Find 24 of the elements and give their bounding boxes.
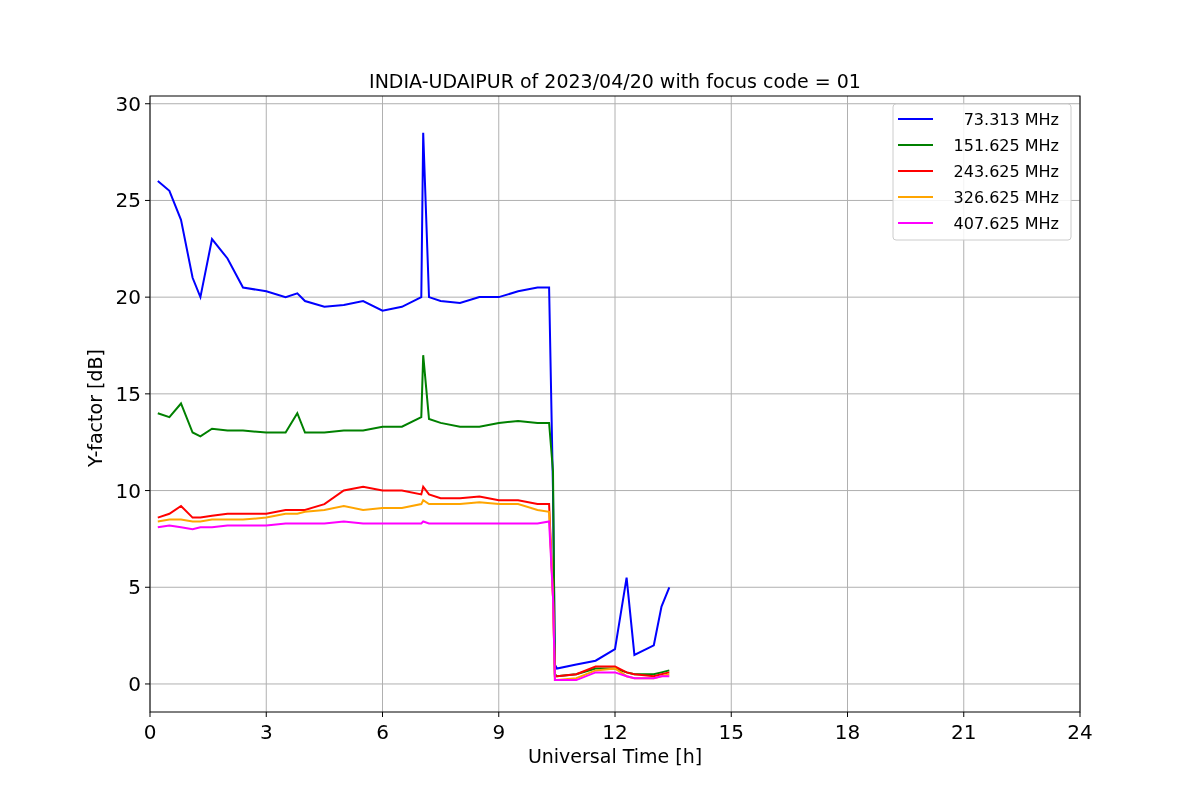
y-tick-label: 10 [115, 478, 141, 503]
x-tick-label: 6 [376, 720, 389, 744]
x-tick-label: 21 [951, 720, 977, 744]
legend-label: 407.625 MHz [953, 214, 1059, 233]
x-tick-label: 18 [834, 720, 861, 744]
x-axis-label: Universal Time [h] [527, 745, 703, 767]
legend-label: 243.625 MHz [953, 162, 1059, 181]
y-tick-label: 20 [115, 285, 141, 310]
legend-label: 151.625 MHz [953, 136, 1059, 155]
x-tick-label: 24 [1067, 720, 1093, 744]
y-tick-label: 15 [115, 381, 141, 406]
chart-title: INDIA-UDAIPUR of 2023/04/20 with focus code = 01 [369, 70, 861, 92]
x-tick-label: 9 [492, 720, 506, 744]
x-tick-label: 15 [718, 720, 744, 744]
y-axis-label: Y-factor [dB] [84, 349, 106, 467]
y-tick-label: 30 [115, 91, 141, 116]
y-tick-label: 25 [115, 188, 141, 213]
y-tick-label: 0 [128, 671, 141, 696]
x-tick-label: 0 [143, 720, 157, 744]
x-tick-label: 12 [602, 720, 628, 744]
legend-label: 326.625 MHz [953, 188, 1059, 207]
legend-label: 73.313 MHz [963, 110, 1059, 129]
x-tick-label: 3 [259, 720, 273, 744]
y-tick-label: 5 [128, 575, 141, 600]
